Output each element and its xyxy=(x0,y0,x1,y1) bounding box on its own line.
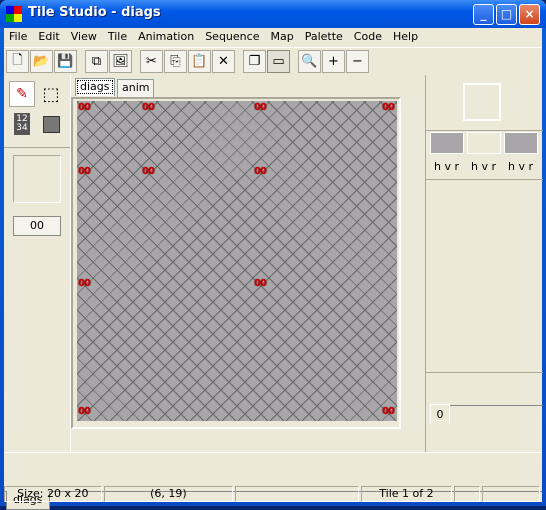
status-blank xyxy=(235,486,359,502)
tile-marker: 00 xyxy=(382,406,395,417)
tile-marker: 00 xyxy=(254,278,267,289)
import-icon: 🖼 xyxy=(112,54,129,69)
tile-marker: 00 xyxy=(382,102,395,113)
sequence-tile-icon xyxy=(476,380,492,396)
tile-slot-left[interactable] xyxy=(430,132,464,154)
map-area: diags anim 00 00 00 00 00 00 00 00 00 00 00 xyxy=(70,75,426,452)
map-canvas[interactable]: 00 00 00 00 00 00 00 00 00 00 00 xyxy=(77,101,397,421)
toolbar-separator xyxy=(78,50,85,74)
toolbar-separator xyxy=(133,50,140,74)
zoom-icon: 🔍 xyxy=(301,54,318,69)
paste-button[interactable]: 📋 xyxy=(188,50,211,73)
tool-panel: ✎ ⬚ 12 34 00 xyxy=(4,75,70,452)
menu-sequence[interactable]: Sequence xyxy=(200,28,265,46)
menu-help[interactable]: Help xyxy=(388,28,424,46)
tile-marker: 00 xyxy=(78,166,91,177)
zoom-out-button[interactable]: − xyxy=(346,50,369,73)
menu-map[interactable]: Map xyxy=(265,28,299,46)
delete-button[interactable]: ✕ xyxy=(212,50,235,73)
menu-bar: File Edit View Tile Animation Sequence Map Pale… xyxy=(4,28,542,46)
title-bar: Tile Studio - diags _ □ × xyxy=(0,0,546,28)
window: Tile Studio - diags _ □ × File Edit View Ti… xyxy=(0,0,546,510)
tile-marker: 00 xyxy=(78,102,91,113)
open-button[interactable]: 📂 xyxy=(30,50,53,73)
close-button[interactable]: × xyxy=(519,4,540,25)
menu-palette[interactable]: Palette xyxy=(300,28,349,46)
status-cursor: (6, 19) xyxy=(103,486,234,502)
save-button[interactable]: 💾 xyxy=(54,50,77,73)
menu-code[interactable]: Code xyxy=(349,28,388,46)
tile-marker: 00 xyxy=(254,102,267,113)
tile-selector-panel: h v r h v r h v r 0 xyxy=(425,75,543,452)
flags-left: h v r xyxy=(434,160,459,173)
overlap-button[interactable]: ❐ xyxy=(243,50,266,73)
menu-file[interactable]: File xyxy=(4,28,33,46)
flags-right: h v r xyxy=(508,160,533,173)
tile-numbers-icon[interactable]: 12 34 xyxy=(14,113,30,135)
copy-icon: ⎘ xyxy=(170,54,181,69)
status-extra-2 xyxy=(482,486,540,502)
status-extra-1 xyxy=(454,486,481,502)
copy-button[interactable]: ⎘ xyxy=(164,50,187,73)
menu-view[interactable]: View xyxy=(66,28,103,46)
minimize-button[interactable]: _ xyxy=(473,4,494,25)
tile-slot-center[interactable] xyxy=(467,132,501,154)
tile-marker: 00 xyxy=(78,406,91,417)
tile-marker: 00 xyxy=(254,166,267,177)
overlap-icon: ❐ xyxy=(248,54,261,69)
cut-icon: ✂ xyxy=(146,54,157,69)
tile-preview xyxy=(13,155,61,203)
tile-value-button[interactable]: 00 xyxy=(13,216,61,236)
tab-diags[interactable]: diags xyxy=(75,78,115,96)
tile-marker: 00 xyxy=(142,166,155,177)
menu-tile[interactable]: Tile xyxy=(103,28,133,46)
delete-icon: ✕ xyxy=(218,54,229,69)
map-canvas-frame: 00 00 00 00 00 00 00 00 00 00 00 xyxy=(71,97,401,429)
tile-strip-icon[interactable] xyxy=(6,457,40,471)
bounds-icon: ▭ xyxy=(272,54,285,69)
menu-animation[interactable]: Animation xyxy=(133,28,200,46)
current-tile-icon xyxy=(463,83,501,121)
sequence-tab-0[interactable]: 0 xyxy=(430,404,450,424)
status-bar: Size: 20 x 20 (6, 19) Tile 1 of 2 xyxy=(4,486,542,502)
new-button[interactable]: 🗋 xyxy=(6,50,29,73)
zoom-in-button[interactable]: + xyxy=(322,50,345,73)
tile-marker: 00 xyxy=(142,102,155,113)
import-button[interactable]: 🖼 xyxy=(109,50,132,73)
copy-tile-icon: ⧉ xyxy=(91,54,102,69)
window-title: Tile Studio - diags xyxy=(28,5,161,20)
client-area: File Edit View Tile Animation Sequence Map Pale… xyxy=(4,28,543,510)
tile-slot-right[interactable] xyxy=(504,132,538,154)
open-icon: 📂 xyxy=(33,54,50,69)
maximize-button[interactable]: □ xyxy=(496,4,517,25)
cut-button[interactable]: ✂ xyxy=(140,50,163,73)
pencil-tool-icon[interactable]: ✎ xyxy=(9,81,35,107)
save-icon: 💾 xyxy=(57,54,74,69)
zoom-in-icon: + xyxy=(328,54,339,69)
zoom-button[interactable]: 🔍 xyxy=(298,50,321,73)
tile-marker: 00 xyxy=(78,278,91,289)
paste-icon: 📋 xyxy=(191,54,208,69)
tab-anim[interactable]: anim xyxy=(117,79,155,97)
menu-edit[interactable]: Edit xyxy=(33,28,65,46)
status-tile: Tile 1 of 2 xyxy=(360,486,453,502)
flags-center: h v r xyxy=(471,160,496,173)
solid-tile-icon[interactable] xyxy=(38,111,64,137)
bounds-button[interactable]: ▭ xyxy=(267,50,290,73)
select-tool-icon[interactable]: ⬚ xyxy=(38,81,64,107)
toolbar-separator xyxy=(236,50,243,74)
zoom-out-icon: − xyxy=(352,54,363,69)
copy-tile-button[interactable]: ⧉ xyxy=(85,50,108,73)
app-icon xyxy=(6,6,22,22)
toolbar-separator xyxy=(291,50,298,74)
status-size: Size: 20 x 20 xyxy=(4,486,102,502)
toolbar: 🗋 📂 💾 ⧉ 🖼 ✂ ⎘ 📋 ✕ ❐ ▭ 🔍 + − xyxy=(4,47,542,74)
new-icon: 🗋 xyxy=(12,52,23,68)
